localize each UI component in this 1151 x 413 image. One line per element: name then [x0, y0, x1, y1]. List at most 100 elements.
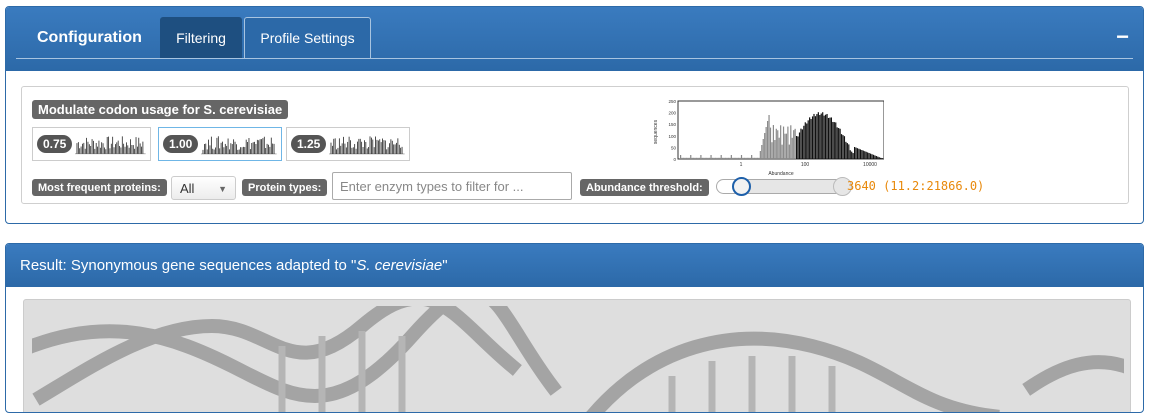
histogram-bar: [768, 115, 770, 159]
histogram-ytick: 250: [668, 99, 676, 104]
histogram-bar: [840, 134, 843, 159]
codon-profile-thumbnail: [329, 136, 405, 155]
histogram-bar: [781, 144, 783, 159]
histogram-bar: [726, 157, 728, 159]
histogram-bar: [881, 158, 883, 159]
codon-option-075[interactable]: 0.75: [32, 127, 151, 161]
histogram-xtick: 100: [801, 162, 810, 168]
histogram-bar: [804, 122, 806, 159]
histogram-bar: [778, 137, 780, 159]
histogram-bar: [785, 133, 788, 159]
histogram-bar: [735, 157, 737, 159]
histogram-bar: [836, 127, 838, 159]
codon-profile-thumbnail: [75, 136, 146, 155]
protein-types-input[interactable]: [332, 172, 572, 200]
histogram-bar: [780, 125, 782, 159]
histogram-bar: [874, 155, 876, 159]
histogram-bar: [777, 130, 779, 159]
histogram-bar: [803, 125, 805, 159]
codon-usage-title: Modulate codon usage for S. cerevisiae: [32, 100, 289, 119]
histogram-bar: [880, 157, 882, 159]
histogram-bar: [820, 113, 822, 159]
collapse-button[interactable]: −: [1116, 26, 1129, 48]
histogram-bar: [723, 157, 725, 159]
histogram-bar: [688, 157, 690, 159]
histogram-bar: [790, 125, 792, 159]
histogram-bar: [842, 135, 844, 159]
histogram-bar: [697, 157, 699, 159]
histogram-xtick: 10000: [863, 162, 877, 168]
histogram-bar: [764, 133, 766, 159]
histogram-bar: [801, 129, 803, 159]
histogram-bar: [751, 155, 753, 159]
histogram-bar: [714, 157, 716, 159]
histogram-bar: [846, 143, 848, 159]
histogram-bar: [813, 113, 815, 159]
abundance-histogram: 250 200 150 100 50 0 sequences 1 100 10000 Ab…: [649, 97, 885, 179]
codon-option-value: 1.00: [163, 135, 199, 153]
histogram-ytick: 50: [671, 145, 677, 150]
histogram-bar: [852, 153, 854, 159]
histogram-bar: [681, 157, 683, 159]
histogram-bar: [706, 157, 708, 159]
histogram-bar: [732, 157, 734, 159]
histogram-bar: [698, 157, 701, 159]
histogram-bar: [772, 125, 774, 159]
histogram-ylabel: sequences: [653, 119, 659, 144]
histogram-bar: [864, 151, 866, 159]
histogram-bar: [743, 157, 745, 159]
result-header: Result: Synonymous gene sequences adapte…: [6, 244, 1143, 287]
histogram-bar: [865, 151, 867, 159]
tab-profile-settings[interactable]: Profile Settings: [244, 17, 371, 58]
histogram-bar: [861, 150, 863, 159]
histogram-bar: [736, 157, 738, 159]
most-frequent-label: Most frequent proteins:: [32, 179, 167, 196]
histogram-bar: [739, 157, 741, 159]
histogram-bar: [797, 136, 799, 159]
histogram-bar: [867, 152, 869, 159]
histogram-bar: [807, 120, 809, 159]
histogram-bar: [722, 157, 724, 159]
histogram-bar: [784, 133, 786, 159]
histogram-bar: [759, 151, 761, 159]
histogram-bar: [809, 117, 811, 159]
histogram-ytick: 200: [668, 111, 676, 116]
histogram-bar: [819, 115, 821, 159]
histogram-bar: [868, 153, 870, 159]
most-frequent-select[interactable]: All ▼: [171, 176, 236, 200]
tab-filtering[interactable]: Filtering: [160, 17, 242, 58]
histogram-bar: [682, 157, 685, 159]
codon-option-125[interactable]: 1.25: [286, 127, 410, 161]
histogram-bar: [791, 137, 793, 159]
histogram-bar: [749, 157, 751, 159]
histogram-bar: [774, 140, 776, 159]
histogram-bar: [685, 157, 687, 159]
histogram-bar: [849, 150, 851, 159]
histogram-bar: [724, 157, 727, 159]
histogram-bar: [832, 121, 834, 159]
histogram-bar: [858, 148, 860, 159]
histogram-bar: [742, 157, 744, 159]
histogram-bar: [775, 128, 777, 159]
configuration-panel: Configuration Filtering Profile Settings…: [5, 6, 1144, 224]
caret-down-icon: ▼: [218, 184, 227, 194]
histogram-ytick: 100: [668, 134, 676, 139]
histogram-bar: [854, 147, 856, 159]
histogram-bar: [848, 144, 850, 159]
codon-option-value: 0.75: [37, 135, 73, 153]
histogram-bar: [758, 157, 760, 159]
histogram-bar: [701, 157, 703, 159]
histogram-bar: [830, 117, 832, 159]
histogram-bar: [833, 122, 835, 159]
histogram-bar: [825, 114, 827, 159]
abundance-slider-handle[interactable]: [732, 177, 751, 196]
histogram-bar: [753, 157, 756, 159]
histogram-bar: [730, 155, 732, 159]
histogram-bar: [851, 151, 853, 159]
histogram-bar: [709, 157, 711, 159]
configuration-header: Configuration Filtering Profile Settings…: [6, 7, 1143, 71]
codon-option-100[interactable]: 1.00: [158, 127, 282, 161]
codon-option-value: 1.25: [291, 135, 327, 153]
histogram-bar: [869, 153, 872, 159]
result-content-placeholder: [23, 299, 1131, 412]
